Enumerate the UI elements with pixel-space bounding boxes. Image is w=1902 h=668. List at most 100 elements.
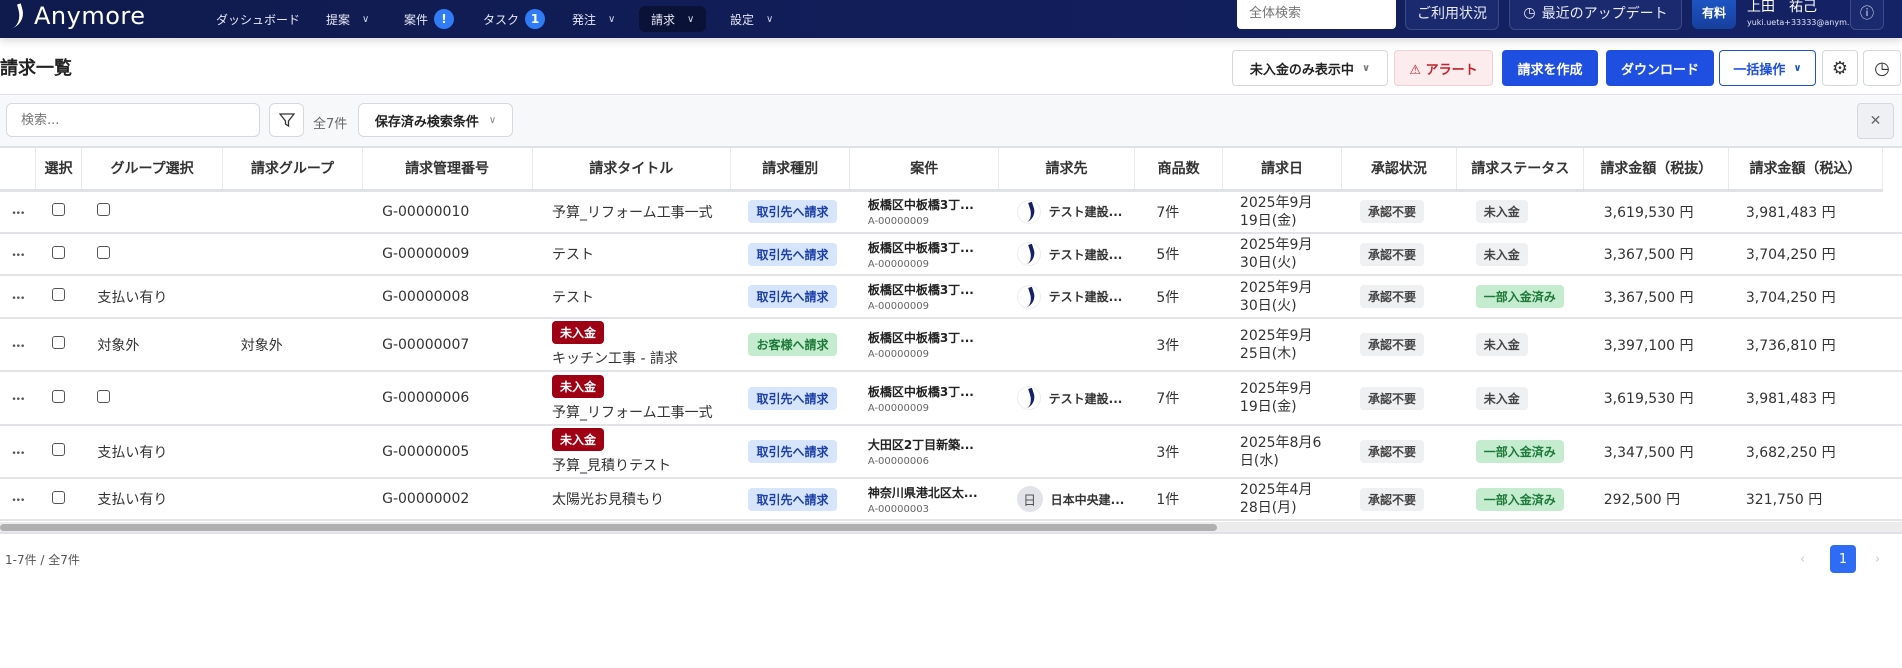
table-row[interactable]: ••• 支払い有り G-00000008 テスト 取引先へ請求 板橋区中板橋3丁... A-… [0, 275, 1902, 319]
row-checkbox[interactable] [52, 336, 66, 349]
project-name[interactable]: 神奈川県港北区太... [868, 484, 989, 501]
invoice-date-cell: 2025年9月 25日(木) [1222, 318, 1342, 372]
invoice-title[interactable]: 太陽光お見積もり [552, 489, 720, 509]
global-search-input[interactable] [1237, 0, 1396, 29]
column-header-client[interactable]: 請求先 [998, 148, 1135, 192]
row-checkbox[interactable] [52, 245, 66, 259]
client-info[interactable]: テスト建設... [1016, 199, 1125, 224]
project-name[interactable]: 板橋区中板橋3丁... [868, 329, 989, 346]
invoice-number[interactable]: G-00000007 [382, 337, 469, 353]
table-row[interactable]: ••• 支払い有り G-00000002 太陽光お見積もり 取引先へ請求 神奈川県港北区太… [0, 478, 1902, 521]
user-menu[interactable]: 上田 祐己 yuki.ueta+33333@anym... [1747, 0, 1855, 27]
invoice-title[interactable]: テスト [552, 244, 720, 264]
column-header-project[interactable]: 案件 [849, 148, 1000, 192]
project-name[interactable]: 板橋区中板橋3丁... [868, 239, 989, 256]
column-header-actions[interactable] [0, 148, 37, 192]
more-options-icon[interactable]: ••• [11, 496, 25, 506]
invoice-title[interactable]: 予算_リフォーム工事一式 [552, 402, 720, 422]
alert-button[interactable]: ⚠ アラート [1394, 50, 1493, 86]
row-checkbox[interactable] [52, 490, 66, 504]
search-input[interactable] [6, 103, 260, 137]
row-checkbox[interactable] [52, 288, 66, 301]
column-header-approval-status[interactable]: 承認状況 [1341, 148, 1458, 192]
prev-page-button[interactable]: ‹ [1800, 545, 1805, 573]
bulk-action-dropdown[interactable]: 一括操作 ∨ [1719, 50, 1816, 86]
next-page-button[interactable]: › [1875, 545, 1880, 573]
more-options-icon[interactable]: ••• [11, 251, 25, 261]
nav-proposal[interactable]: 提案 ∨ [326, 0, 369, 38]
group-checkbox[interactable] [97, 203, 111, 217]
settings-button[interactable]: ⚙ [1822, 50, 1858, 86]
nav-orders[interactable]: 発注 ∨ [572, 0, 615, 38]
table-row[interactable]: ••• G-00000009 テスト 取引先へ請求 板橋区中板橋3丁... A-00000… [0, 233, 1902, 276]
invoice-title[interactable]: 予算_見積りテスト [552, 455, 720, 475]
invoice-number[interactable]: G-00000006 [382, 390, 469, 406]
project-name[interactable]: 大田区2丁目新築... [868, 436, 989, 453]
client-info[interactable]: 日日本中央建... [1016, 486, 1124, 512]
group-checkbox[interactable] [97, 245, 111, 259]
client-info[interactable]: テスト建設... [1016, 386, 1125, 410]
column-header-invoice-number[interactable]: 請求管理番号 [362, 148, 533, 192]
info-button[interactable]: ⓘ [1850, 0, 1884, 30]
invoice-number[interactable]: G-00000009 [382, 246, 469, 262]
unpaid-filter-dropdown[interactable]: 未入金のみ表示中 ∨ [1232, 50, 1388, 86]
usage-button[interactable]: ご利用状況 [1405, 0, 1499, 30]
invoice-title[interactable]: 予算_リフォーム工事一式 [552, 202, 720, 222]
table-row[interactable]: ••• G-00000010 予算_リフォーム工事一式 取引先へ請求 板橋区中板橋3丁.… [0, 190, 1902, 234]
project-name[interactable]: 板橋区中板橋3丁... [868, 281, 989, 298]
invoice-number[interactable]: G-00000010 [382, 204, 469, 220]
scrollbar-thumb[interactable] [0, 524, 1218, 531]
column-header-select[interactable]: 選択 [35, 148, 82, 192]
column-header-invoice-group[interactable]: 請求グループ [222, 148, 363, 192]
invoice-group-cell: 対象外 [222, 318, 363, 372]
column-header-invoice-type[interactable]: 請求種別 [730, 148, 851, 192]
column-header-item-count[interactable]: 商品数 [1134, 148, 1224, 192]
invoice-type-badge: お客様へ請求 [748, 333, 837, 356]
create-invoice-button[interactable]: 請求を作成 [1502, 50, 1598, 86]
amount-excl-cell: 3,347,500 円 [1583, 425, 1729, 479]
column-header-invoice-status[interactable]: 請求ステータス [1456, 148, 1585, 192]
more-options-icon[interactable]: ••• [11, 342, 25, 352]
invoice-number[interactable]: G-00000008 [382, 289, 469, 305]
column-header-group-select[interactable]: グループ選択 [81, 148, 224, 192]
row-checkbox[interactable] [52, 389, 66, 403]
column-header-amount-incl-tax[interactable]: 請求金額（税込） [1728, 148, 1883, 192]
table-row[interactable]: ••• G-00000006 未入金 予算_リフォーム工事一式 取引先へ請求 板橋区中板橋… [0, 371, 1902, 426]
project-name[interactable]: 板橋区中板橋3丁... [868, 383, 989, 400]
row-checkbox[interactable] [52, 443, 66, 456]
more-options-icon[interactable]: ••• [11, 395, 25, 405]
invoice-number[interactable]: G-00000002 [382, 491, 469, 507]
nav-invoices[interactable]: 請求 ∨ [639, 6, 707, 32]
nav-projects[interactable]: 案件! [404, 0, 455, 38]
history-button[interactable]: ◷ [1863, 50, 1901, 86]
clear-filter-button[interactable]: ✕ [1857, 103, 1894, 139]
column-header-invoice-date[interactable]: 請求日 [1222, 148, 1342, 192]
invoice-title[interactable]: キッチン工事 - 請求 [552, 348, 720, 368]
column-header-amount-excl-tax[interactable]: 請求金額（税抜） [1583, 148, 1730, 192]
status-cell: 一部入金済み [1456, 275, 1584, 319]
page-1-button[interactable]: 1 [1830, 545, 1856, 573]
client-info[interactable]: テスト建設... [1016, 284, 1125, 309]
project-name[interactable]: 板橋区中板橋3丁... [868, 196, 989, 213]
client-cell: テスト建設... [998, 190, 1135, 234]
invoice-title[interactable]: テスト [552, 287, 720, 307]
row-checkbox[interactable] [52, 203, 66, 217]
app-logo[interactable]: Anymore [5, 2, 146, 30]
client-info[interactable]: テスト建設... [1016, 242, 1125, 266]
nav-settings[interactable]: 設定 ∨ [730, 0, 773, 38]
more-options-icon[interactable]: ••• [11, 294, 25, 304]
group-checkbox[interactable] [97, 389, 111, 403]
table-row[interactable]: ••• 支払い有り G-00000005 未入金 予算_見積りテスト 取引先へ請求 大田区2… [0, 425, 1902, 479]
invoice-number[interactable]: G-00000005 [382, 444, 469, 460]
recent-updates-button[interactable]: ◷ 最近のアップデート [1509, 0, 1682, 30]
table-row[interactable]: ••• 対象外 対象外 G-00000007 未入金 キッチン工事 - 請求 お客様へ請求板… [0, 318, 1902, 372]
more-options-icon[interactable]: ••• [11, 209, 25, 219]
nav-dashboard[interactable]: ダッシュボード [216, 0, 300, 38]
more-options-icon[interactable]: ••• [11, 449, 25, 459]
column-header-invoice-title[interactable]: 請求タイトル [532, 148, 731, 192]
filter-button[interactable] [269, 103, 304, 137]
nav-tasks[interactable]: タスク 1 [483, 0, 546, 38]
saved-search-dropdown[interactable]: 保存済み検索条件 ∨ [358, 103, 513, 137]
download-button[interactable]: ダウンロード [1606, 50, 1714, 86]
horizontal-scrollbar[interactable] [0, 522, 1902, 534]
